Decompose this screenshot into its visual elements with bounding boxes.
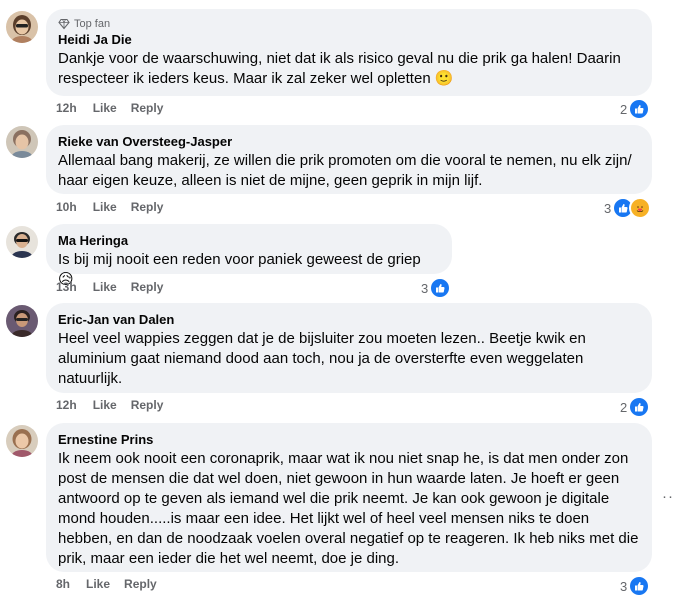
like-button[interactable]: Like	[86, 577, 110, 591]
comment-bubble: Top fan Heidi Ja Die Dankje voor de waar…	[46, 9, 652, 96]
comment-text: Allemaal bang makerij, ze willen die pri…	[58, 151, 640, 191]
reaction-summary[interactable]: 3	[620, 575, 651, 597]
avatar[interactable]	[6, 11, 38, 43]
comment-line: mond houden.....is maar een idee. Het li…	[58, 510, 590, 527]
avatar[interactable]	[6, 126, 38, 158]
author-name[interactable]: Eric-Jan van Dalen	[58, 311, 640, 328]
more-options-icon[interactable]: ···	[662, 488, 675, 505]
like-icon	[628, 575, 651, 597]
timestamp[interactable]: 8h	[56, 577, 70, 591]
comment-line: post de mensen die dat wel doen, niet ge…	[58, 470, 620, 487]
comment-actions: 13h Like Reply	[56, 280, 177, 294]
badge-label: Top fan	[74, 18, 111, 30]
reply-button[interactable]: Reply	[131, 101, 164, 115]
avatar[interactable]	[6, 425, 38, 457]
comment-line: Allemaal bang makerij, ze willen die pri…	[58, 152, 632, 169]
reply-button[interactable]: Reply	[131, 280, 164, 294]
reply-button[interactable]: Reply	[131, 200, 164, 214]
reaction-count: 3	[604, 200, 612, 216]
comment-line: natuurlijk.	[58, 370, 123, 387]
comment-line: respecteer ik ieders keus. Maar ik zal z…	[58, 70, 454, 87]
comment-text: Ik neem ook nooit een coronaprik, maar w…	[58, 449, 640, 569]
author-name[interactable]: Ma Heringa	[58, 232, 440, 249]
comment-actions: 12h Like Reply	[56, 398, 177, 412]
author-name[interactable]: Ernestine Prins	[58, 431, 640, 448]
comment-line: hebben, en dan de noodzaak voelen overal…	[58, 530, 639, 547]
reply-button[interactable]: Reply	[131, 398, 164, 412]
timestamp[interactable]: 12h	[56, 398, 77, 412]
avatar[interactable]	[6, 226, 38, 258]
timestamp[interactable]: 10h	[56, 200, 77, 214]
comment-line: aluminium gaat niemand dood aan toch, no…	[58, 350, 584, 367]
reaction-summary[interactable]: 2	[620, 396, 651, 418]
like-button[interactable]: Like	[93, 398, 117, 412]
comment-line: Ik neem ook nooit een coronaprik, maar w…	[58, 450, 629, 467]
reaction-count: 3	[421, 280, 429, 296]
comment-text: Heel veel wappies zeggen dat je de bijsl…	[58, 329, 640, 389]
comment-actions: 8h Like Reply	[56, 577, 171, 591]
author-name[interactable]: Heidi Ja Die	[58, 31, 640, 48]
comment-line: Heel veel wappies zeggen dat je de bijsl…	[58, 330, 586, 347]
reaction-summary[interactable]: 3	[604, 197, 652, 219]
reaction-summary[interactable]: 3	[421, 277, 452, 299]
comment-line: Dankje voor de waarschuwing, niet dat ik…	[58, 50, 621, 67]
comment-text: Dankje voor de waarschuwing, niet dat ik…	[58, 49, 640, 89]
like-icon	[429, 277, 452, 299]
top-fan-badge: Top fan	[58, 17, 640, 31]
like-button[interactable]: Like	[93, 200, 117, 214]
comment-bubble: Rieke van Oversteeg-Jasper Allemaal bang…	[46, 125, 652, 194]
reaction-count: 3	[620, 578, 628, 594]
reaction-count: 2	[620, 399, 628, 415]
reaction-summary[interactable]: 2	[620, 98, 651, 120]
comment-bubble: Ma Heringa Is bij mij nooit een reden vo…	[46, 224, 452, 288]
like-button[interactable]: Like	[93, 101, 117, 115]
reply-button[interactable]: Reply	[124, 577, 157, 591]
comment-bubble: Eric-Jan van Dalen Heel veel wappies zeg…	[46, 303, 652, 393]
comment-line: prik, maar een ieder die het wel neemt, …	[58, 550, 400, 567]
comment-bubble: Ernestine Prins Ik neem ook nooit een co…	[46, 423, 652, 572]
like-icon	[628, 98, 651, 120]
comment-line: antwoord op te geven als iemand wel die …	[58, 490, 610, 507]
timestamp[interactable]: 13h	[56, 280, 77, 294]
comment-actions: 10h Like Reply	[56, 200, 177, 214]
diamond-icon	[58, 18, 70, 30]
timestamp[interactable]: 12h	[56, 101, 77, 115]
reaction-count: 2	[620, 101, 628, 117]
comment-actions: 12h Like Reply	[56, 101, 177, 115]
like-icon	[628, 396, 651, 418]
like-button[interactable]: Like	[93, 280, 117, 294]
care-icon	[629, 197, 652, 219]
author-name[interactable]: Rieke van Oversteeg-Jasper	[58, 133, 640, 150]
comment-line: haar eigen keuze, alleen is niet de mijn…	[58, 172, 483, 189]
avatar[interactable]	[6, 305, 38, 337]
